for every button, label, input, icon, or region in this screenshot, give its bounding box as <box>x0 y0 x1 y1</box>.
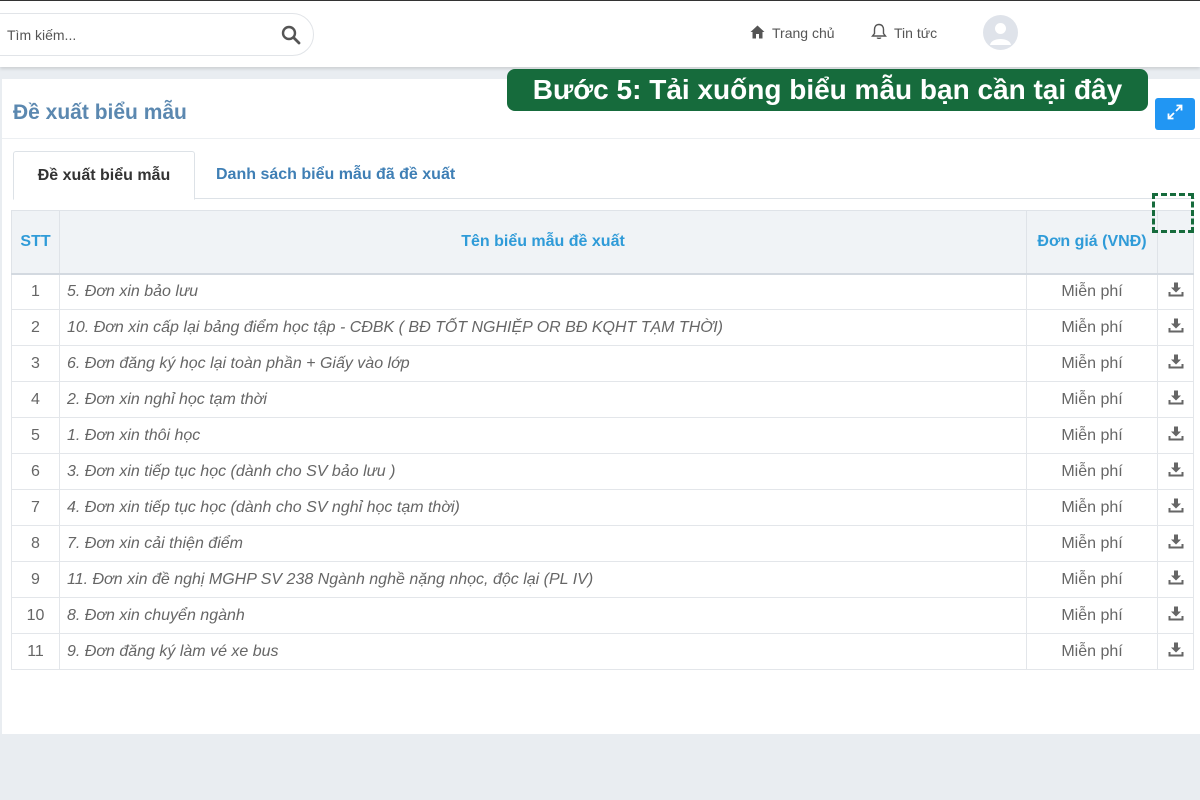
row-form-name: 4. Đơn xin tiếp tục học (dành cho SV ngh… <box>59 489 1027 526</box>
row-form-name: 7. Đơn xin cải thiện điểm <box>59 525 1027 562</box>
divider <box>2 138 1200 139</box>
table-row: 8 7. Đơn xin cải thiện điểm Miễn phí <box>11 525 1194 562</box>
row-price: Miễn phí <box>1026 561 1158 598</box>
row-stt: 6 <box>11 453 60 490</box>
download-icon[interactable] <box>1168 570 1184 590</box>
table-header-row: STT Tên biểu mẫu đề xuất Đơn giá (VNĐ) <box>11 210 1194 275</box>
tab-propose-form[interactable]: Đề xuất biểu mẫu <box>13 151 195 200</box>
tab-proposed-list[interactable]: Danh sách biểu mẫu đã đề xuất <box>216 151 455 199</box>
nav-home-label: Trang chủ <box>772 25 835 41</box>
row-price: Miễn phí <box>1026 309 1158 346</box>
search-icon[interactable] <box>281 25 301 45</box>
row-price: Miễn phí <box>1026 417 1158 454</box>
header-price: Đơn giá (VNĐ) <box>1026 210 1158 275</box>
download-icon[interactable] <box>1168 498 1184 518</box>
tab-bar: Đề xuất biểu mẫu Danh sách biểu mẫu đã đ… <box>13 151 1195 200</box>
row-stt: 3 <box>11 345 60 382</box>
row-stt: 11 <box>11 633 60 670</box>
row-price: Miễn phí <box>1026 345 1158 382</box>
row-form-name: 10. Đơn xin cấp lại bảng điểm học tập - … <box>59 309 1027 346</box>
download-icon[interactable] <box>1168 534 1184 554</box>
row-price: Miễn phí <box>1026 597 1158 634</box>
table-row: 9 11. Đơn xin đề nghị MGHP SV 238 Ngành n… <box>11 561 1194 598</box>
page-title: Đề xuất biểu mẫu <box>13 101 187 124</box>
row-stt: 9 <box>11 561 60 598</box>
top-header: Trang chủ Tin tức <box>0 0 1200 67</box>
row-form-name: 5. Đơn xin bảo lưu <box>59 273 1027 310</box>
table-row: 10 8. Đơn xin chuyển ngành Miễn phí <box>11 597 1194 634</box>
table-row: 3 6. Đơn đăng ký học lại toàn phần + Giấy… <box>11 345 1194 382</box>
row-download-cell <box>1157 597 1194 634</box>
download-icon[interactable] <box>1168 282 1184 302</box>
row-stt: 2 <box>11 309 60 346</box>
download-icon[interactable] <box>1168 318 1184 338</box>
download-icon[interactable] <box>1168 642 1184 662</box>
download-icon[interactable] <box>1168 354 1184 374</box>
row-download-cell <box>1157 525 1194 562</box>
row-stt: 4 <box>11 381 60 418</box>
header-download <box>1157 210 1194 275</box>
table-row: 7 4. Đơn xin tiếp tục học (dành cho SV ng… <box>11 489 1194 526</box>
table-row: 1 5. Đơn xin bảo lưu Miễn phí <box>11 273 1194 310</box>
row-download-cell <box>1157 345 1194 382</box>
row-form-name: 3. Đơn xin tiếp tục học (dành cho SV bảo… <box>59 453 1027 490</box>
nav-news-link[interactable]: Tin tức <box>871 23 937 43</box>
row-stt: 10 <box>11 597 60 634</box>
search-input[interactable] <box>7 24 267 46</box>
expand-icon <box>1167 104 1183 125</box>
table-row: 2 10. Đơn xin cấp lại bảng điểm học tập -… <box>11 309 1194 346</box>
home-icon <box>750 25 772 42</box>
row-price: Miễn phí <box>1026 453 1158 490</box>
search-box <box>0 13 314 56</box>
row-stt: 1 <box>11 273 60 310</box>
user-icon <box>990 23 1011 45</box>
row-download-cell <box>1157 633 1194 670</box>
row-download-cell <box>1157 273 1194 310</box>
avatar[interactable] <box>983 15 1018 50</box>
row-price: Miễn phí <box>1026 381 1158 418</box>
row-form-name: 1. Đơn xin thôi học <box>59 417 1027 454</box>
row-form-name: 2. Đơn xin nghỉ học tạm thời <box>59 381 1027 418</box>
table-row: 11 9. Đơn đăng ký làm vé xe bus Miễn phí <box>11 633 1194 670</box>
row-price: Miễn phí <box>1026 489 1158 526</box>
nav-news-label: Tin tức <box>894 25 938 41</box>
header-form-name: Tên biểu mẫu đề xuất <box>59 210 1027 275</box>
table-row: 4 2. Đơn xin nghỉ học tạm thời Miễn phí <box>11 381 1194 418</box>
download-icon[interactable] <box>1168 426 1184 446</box>
row-form-name: 8. Đơn xin chuyển ngành <box>59 597 1027 634</box>
row-download-cell <box>1157 489 1194 526</box>
row-form-name: 6. Đơn đăng ký học lại toàn phần + Giấy … <box>59 345 1027 382</box>
download-icon[interactable] <box>1168 606 1184 626</box>
row-download-cell <box>1157 453 1194 490</box>
table-body: 1 5. Đơn xin bảo lưu Miễn phí 2 10. Đơn xin … <box>11 273 1194 670</box>
download-icon[interactable] <box>1168 390 1184 410</box>
bell-icon <box>871 23 894 43</box>
row-form-name: 11. Đơn xin đề nghị MGHP SV 238 Ngành ng… <box>59 561 1027 598</box>
fullscreen-button[interactable] <box>1155 98 1195 130</box>
instruction-callout: Bước 5: Tải xuống biểu mẫu bạn cần tại đ… <box>507 69 1148 111</box>
row-download-cell <box>1157 417 1194 454</box>
table-row: 6 3. Đơn xin tiếp tục học (dành cho SV bả… <box>11 453 1194 490</box>
row-stt: 8 <box>11 525 60 562</box>
row-download-cell <box>1157 561 1194 598</box>
row-price: Miễn phí <box>1026 525 1158 562</box>
row-download-cell <box>1157 381 1194 418</box>
row-form-name: 9. Đơn đăng ký làm vé xe bus <box>59 633 1027 670</box>
forms-table: STT Tên biểu mẫu đề xuất Đơn giá (VNĐ) 1… <box>11 210 1194 670</box>
row-stt: 5 <box>11 417 60 454</box>
download-icon[interactable] <box>1168 462 1184 482</box>
row-price: Miễn phí <box>1026 273 1158 310</box>
row-price: Miễn phí <box>1026 633 1158 670</box>
row-download-cell <box>1157 309 1194 346</box>
row-stt: 7 <box>11 489 60 526</box>
table-row: 5 1. Đơn xin thôi học Miễn phí <box>11 417 1194 454</box>
nav-home-link[interactable]: Trang chủ <box>750 23 835 43</box>
header-stt: STT <box>11 210 60 275</box>
